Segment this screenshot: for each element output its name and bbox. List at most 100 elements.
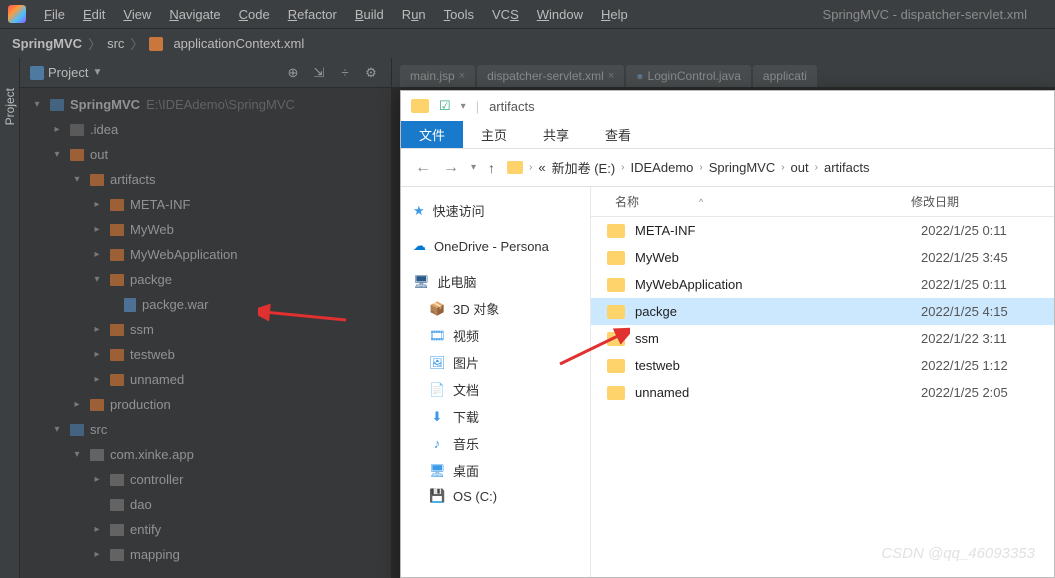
nav-dl[interactable]: ⬇下载 [407, 403, 584, 430]
list-item[interactable]: unnamed2022/1/25 2:05 [591, 379, 1054, 406]
tree-controller[interactable]: ▸controller [20, 467, 391, 492]
ribbon-home[interactable]: 主页 [463, 121, 525, 148]
nav-os-c[interactable]: 💾OS (C:) [407, 484, 584, 508]
nav-desktop[interactable]: 🖥桌面 [407, 457, 584, 484]
target-icon[interactable]: ⊕ [283, 63, 303, 83]
explorer-titlebar[interactable]: ☑ ▾ | artifacts [401, 91, 1054, 121]
list-item[interactable]: MyWeb2022/1/25 3:45 [591, 244, 1054, 271]
explorer-nav: ← → ▾ ↑ › « 新加卷 (E:)› IDEAdemo› SpringMV… [401, 149, 1054, 187]
menu-tools[interactable]: Tools [436, 5, 482, 24]
package-icon [90, 449, 104, 461]
tab-login[interactable]: ●LoginControl.java [626, 65, 751, 87]
breadcrumb: SpringMVC 〉 src 〉 applicationContext.xml [0, 28, 1055, 58]
tree-production[interactable]: ▸production [20, 392, 391, 417]
tab-applicati[interactable]: applicati [753, 65, 817, 87]
quick-access[interactable]: ★快速访问 [407, 197, 584, 224]
folder-icon [110, 224, 124, 236]
check-icon[interactable]: ☑ [439, 98, 451, 114]
gear-icon[interactable]: ⚙ [361, 63, 381, 83]
tab-main-jsp[interactable]: main.jsp× [400, 65, 475, 87]
nav-back-icon[interactable]: ← [415, 159, 431, 177]
crumb-sep: 〉 [130, 34, 143, 53]
tree-testweb[interactable]: ▸testweb [20, 342, 391, 367]
project-panel: Project ▼ ⊕ ⇲ ÷ ⚙ ▾SpringMVCE:\IDEAdemo\… [20, 58, 392, 578]
tree-out[interactable]: ▾out [20, 142, 391, 167]
menu-edit[interactable]: Edit [75, 5, 113, 24]
ribbon-file[interactable]: 文件 [401, 121, 463, 148]
ribbon-share[interactable]: 共享 [525, 121, 587, 148]
nav-up-icon[interactable]: ↑ [488, 160, 495, 176]
panel-header: Project ▼ ⊕ ⇲ ÷ ⚙ [20, 58, 391, 88]
tree-packge[interactable]: ▾packge [20, 267, 391, 292]
dropdown-icon[interactable]: ▼ [92, 67, 102, 78]
folder-icon [110, 199, 124, 211]
onedrive[interactable]: ☁OneDrive - Persona [407, 234, 584, 258]
explorer-title: artifacts [489, 99, 535, 114]
tree-meta[interactable]: ▸META-INF [20, 192, 391, 217]
menu-view[interactable]: View [115, 5, 159, 24]
tree-packge-war[interactable]: packge.war [20, 292, 391, 317]
nav-pics[interactable]: 🖼图片 [407, 349, 584, 376]
nav-music[interactable]: ♪音乐 [407, 430, 584, 457]
list-item[interactable]: META-INF2022/1/25 0:11 [591, 217, 1054, 244]
menu-help[interactable]: Help [593, 5, 636, 24]
editor-tabs: main.jsp× dispatcher-servlet.xml× ●Login… [392, 58, 1055, 88]
nav-3d[interactable]: 📦3D 对象 [407, 295, 584, 322]
folder-icon [607, 386, 625, 400]
project-tree[interactable]: ▾SpringMVCE:\IDEAdemo\SpringMVC ▸.idea ▾… [20, 88, 391, 578]
close-icon[interactable]: × [459, 70, 465, 82]
folder-icon [411, 99, 429, 113]
tree-unnamed[interactable]: ▸unnamed [20, 367, 391, 392]
menu-code[interactable]: Code [231, 5, 278, 24]
column-headers[interactable]: 名称^ 修改日期 [591, 187, 1054, 217]
crumb-file[interactable]: applicationContext.xml [173, 36, 304, 51]
sidebar-tab[interactable]: Project [0, 58, 20, 578]
tree-myweb[interactable]: ▸MyWeb [20, 217, 391, 242]
tree-mapping[interactable]: ▸mapping [20, 542, 391, 567]
menu-vcs[interactable]: VCS [484, 5, 527, 24]
menu-refactor[interactable]: Refactor [280, 5, 345, 24]
tree-idea[interactable]: ▸.idea [20, 117, 391, 142]
nav-video[interactable]: 🎞视频 [407, 322, 584, 349]
nav-fwd-icon[interactable]: → [443, 159, 459, 177]
explorer-ribbon: 文件 主页 共享 查看 [401, 121, 1054, 149]
crumb-sep: 〉 [88, 34, 101, 53]
menu-navigate[interactable]: Navigate [161, 5, 228, 24]
war-file-icon [124, 298, 136, 312]
crumb-project[interactable]: SpringMVC [12, 36, 82, 51]
menu-build[interactable]: Build [347, 5, 392, 24]
ribbon-view[interactable]: 查看 [587, 121, 649, 148]
dropdown-icon[interactable]: ▾ [461, 101, 466, 112]
menu-run[interactable]: Run [394, 5, 434, 24]
folder-icon [110, 249, 124, 261]
tree-dao[interactable]: dao [20, 492, 391, 517]
list-item[interactable]: ssm2022/1/22 3:11 [591, 325, 1054, 352]
tree-root[interactable]: ▾SpringMVCE:\IDEAdemo\SpringMVC [20, 92, 391, 117]
tree-pkg-root[interactable]: ▾com.xinke.app [20, 442, 391, 467]
nav-docs[interactable]: 📄文档 [407, 376, 584, 403]
tree-artifacts[interactable]: ▾artifacts [20, 167, 391, 192]
tree-mywebapp[interactable]: ▸MyWebApplication [20, 242, 391, 267]
close-icon[interactable]: × [608, 70, 614, 82]
menu-window[interactable]: Window [529, 5, 591, 24]
this-pc[interactable]: 🖥此电脑 [407, 268, 584, 295]
explorer-window[interactable]: ☑ ▾ | artifacts 文件 主页 共享 查看 ← → ▾ ↑ › « … [400, 90, 1055, 578]
tab-dispatcher[interactable]: dispatcher-servlet.xml× [477, 65, 624, 87]
sidebar-tab-label: Project [3, 88, 17, 125]
tree-src[interactable]: ▾src [20, 417, 391, 442]
explorer-nav-pane[interactable]: ★快速访问 ☁OneDrive - Persona 🖥此电脑 📦3D 对象 🎞视… [401, 187, 591, 577]
list-item[interactable]: testweb2022/1/25 1:12 [591, 352, 1054, 379]
crumb-src[interactable]: src [107, 36, 124, 51]
expand-icon[interactable]: ⇲ [309, 63, 329, 83]
address-bar[interactable]: › « 新加卷 (E:)› IDEAdemo› SpringMVC› out› … [507, 158, 1040, 177]
list-item[interactable]: MyWebApplication2022/1/25 0:11 [591, 271, 1054, 298]
tree-ssm[interactable]: ▸ssm [20, 317, 391, 342]
folder-icon [110, 324, 124, 336]
nav-recent-icon[interactable]: ▾ [471, 162, 476, 173]
folder-icon [607, 359, 625, 373]
list-item[interactable]: packge2022/1/25 4:15 [591, 298, 1054, 325]
tree-entify[interactable]: ▸entify [20, 517, 391, 542]
menu-file[interactable]: File [36, 5, 73, 24]
package-icon [110, 474, 124, 486]
collapse-icon[interactable]: ÷ [335, 63, 355, 83]
